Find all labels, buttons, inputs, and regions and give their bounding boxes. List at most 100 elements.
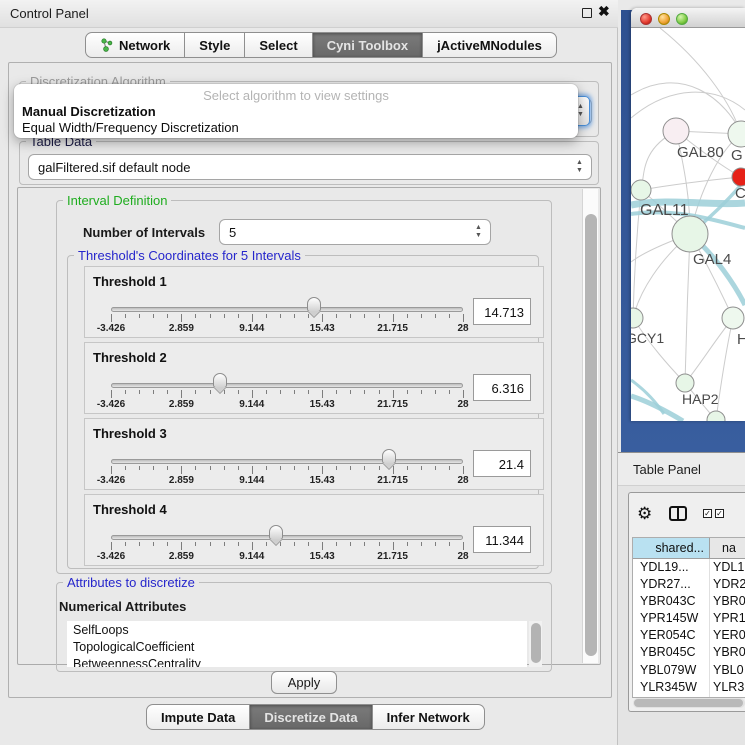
column-header-shared[interactable]: shared... — [633, 538, 710, 558]
dropdown-option-manual-discretization[interactable]: Manual Discretization — [22, 104, 156, 119]
table-row[interactable]: YLR345WYLR3 — [633, 679, 745, 696]
number-of-intervals-label: Number of Intervals — [83, 225, 205, 240]
network-icon — [100, 38, 114, 52]
table-row[interactable]: YPR145WYPR1 — [633, 610, 745, 627]
table-data-combo[interactable]: galFiltered.sif default node ▲▼ — [28, 154, 592, 180]
top-tab-bar: Network Style Select Cyni Toolbox jActiv… — [85, 32, 557, 58]
zoom-traffic-light[interactable] — [676, 13, 688, 25]
cell-shared-name[interactable]: YDL19... — [633, 559, 710, 576]
network-nodes[interactable]: GAL80GCGAL11GAL4GCY1HHAP2 — [631, 118, 745, 421]
cell-name[interactable]: YER0 — [710, 627, 745, 644]
table-panel-header: Table Panel — [618, 452, 745, 486]
cell-name[interactable]: YBL0 — [710, 662, 745, 679]
threshold-row-3: Threshold 3 -3.4262.8599.14415.4321.7152… — [84, 418, 544, 490]
threshold-1-slider-thumb[interactable] — [307, 297, 321, 312]
network-canvas[interactable]: GAL80GCGAL11GAL4GCY1HHAP2 — [631, 28, 745, 421]
threshold-1-slider-track[interactable] — [111, 307, 463, 312]
stepper-arrows-icon: ▲▼ — [575, 159, 584, 175]
cell-shared-name[interactable]: YDR27... — [633, 576, 710, 593]
threshold-2-slider-thumb[interactable] — [213, 373, 227, 388]
tab-style[interactable]: Style — [185, 32, 245, 58]
minimize-traffic-light[interactable] — [658, 13, 670, 25]
close-icon[interactable]: ✖ — [598, 3, 610, 20]
cell-shared-name[interactable]: YBR045C — [633, 644, 710, 661]
threshold-2-value-field[interactable]: 6.316 — [473, 374, 531, 401]
checkbox-icon[interactable]: ✓ — [715, 509, 724, 518]
numerical-attributes-label: Numerical Attributes — [59, 599, 186, 614]
node-table-card: ⚙ ✓ ✓ shared... na YDL19...YDL1YDR27...Y… — [628, 492, 745, 712]
threshold-4-value-field[interactable]: 11.344 — [473, 526, 531, 553]
network-node[interactable] — [676, 374, 694, 392]
column-header-name[interactable]: na — [710, 538, 745, 558]
tab-impute-data[interactable]: Impute Data — [146, 704, 250, 730]
threshold-3-value-field[interactable]: 21.4 — [473, 450, 531, 477]
cell-shared-name[interactable]: YBL079W — [633, 662, 710, 679]
tab-network[interactable]: Network — [85, 32, 185, 58]
cell-name[interactable]: YBR0 — [710, 593, 745, 610]
gear-icon[interactable]: ⚙ — [637, 504, 652, 524]
settings-scrollbar-thumb[interactable] — [585, 214, 597, 656]
cell-name[interactable]: YLR3 — [710, 679, 745, 696]
table-row[interactable]: YBL079WYBL0 — [633, 662, 745, 679]
table-horizontal-scrollbar[interactable] — [633, 698, 745, 708]
cyni-toolbox-content: Discretization Algorithm ▲▼ Table Data g… — [8, 62, 612, 698]
network-node-label: GAL4 — [693, 251, 731, 268]
table-row[interactable]: YBR045CYBR0 — [633, 644, 745, 661]
network-node-label: H — [737, 331, 745, 348]
numerical-attributes-list[interactable]: SelfLoops TopologicalCoefficient Between… — [67, 621, 527, 667]
network-node[interactable] — [672, 216, 708, 252]
number-of-intervals-value: 5 — [229, 225, 236, 240]
tab-jactivemnodules[interactable]: jActiveMNodules — [423, 32, 557, 58]
list-item[interactable]: BetweennessCentrality — [67, 655, 527, 667]
network-node-label: GAL80 — [677, 144, 724, 161]
list-item[interactable]: SelfLoops — [67, 621, 527, 638]
table-row[interactable]: YDL19...YDL1 — [633, 559, 745, 576]
table-row[interactable]: YER054CYER0 — [633, 627, 745, 644]
cell-shared-name[interactable]: YLR345W — [633, 679, 710, 696]
slider-ticks — [111, 466, 463, 475]
cell-shared-name[interactable]: YPR145W — [633, 610, 710, 627]
cell-shared-name[interactable]: YER054C — [633, 627, 710, 644]
threshold-1-value-field[interactable]: 14.713 — [473, 298, 531, 325]
network-node-label: C — [735, 185, 745, 202]
right-region: GAL80GCGAL11GAL4GCY1HHAP2 Table Panel ⚙ … — [618, 0, 745, 745]
tab-discretize-data[interactable]: Discretize Data — [250, 704, 372, 730]
tab-select[interactable]: Select — [245, 32, 312, 58]
threshold-2-slider-track[interactable] — [111, 383, 463, 388]
attributes-list-scrollbar[interactable] — [529, 621, 542, 667]
table-row[interactable]: YDR27...YDR2 — [633, 576, 745, 593]
threshold-4-slider-thumb[interactable] — [269, 525, 283, 540]
cell-name[interactable]: YDL1 — [710, 559, 745, 576]
number-of-intervals-combo[interactable]: 5 ▲▼ — [219, 219, 491, 245]
cell-name[interactable]: YBR0 — [710, 644, 745, 661]
node-table: shared... na YDL19...YDL1YDR27...YDR2YBR… — [632, 537, 745, 698]
cell-name[interactable]: YDR2 — [710, 576, 745, 593]
apply-button[interactable]: Apply — [271, 671, 337, 694]
table-panel-title: Table Panel — [633, 462, 701, 477]
threshold-4-slider-track[interactable] — [111, 535, 463, 540]
cell-shared-name[interactable]: YBR043C — [633, 593, 710, 610]
threshold-3-slider-thumb[interactable] — [382, 449, 396, 464]
slider-scale-labels: -3.4262.8599.14415.4321.71528 — [111, 475, 463, 486]
network-node[interactable] — [732, 168, 745, 186]
table-header-row: shared... na — [633, 538, 745, 559]
network-node[interactable] — [722, 307, 744, 329]
network-node[interactable] — [663, 118, 689, 144]
close-traffic-light[interactable] — [640, 13, 652, 25]
network-node[interactable] — [631, 180, 651, 200]
settings-scrollbar[interactable] — [582, 189, 598, 663]
network-window-titlebar[interactable] — [631, 8, 745, 28]
checkbox-icon[interactable]: ✓ — [703, 509, 712, 518]
dropdown-option-equal-width-frequency[interactable]: Equal Width/Frequency Discretization — [22, 120, 239, 135]
threshold-3-slider-track[interactable] — [111, 459, 463, 464]
table-row[interactable]: YBR043CYBR0 — [633, 593, 745, 610]
float-window-icon[interactable] — [582, 8, 592, 18]
columns-icon[interactable] — [669, 506, 687, 521]
list-item[interactable]: TopologicalCoefficient — [67, 638, 527, 655]
tab-cyni-toolbox[interactable]: Cyni Toolbox — [313, 32, 423, 58]
threshold-row-4: Threshold 4 -3.4262.8599.14415.4321.7152… — [84, 494, 544, 566]
cell-name[interactable]: YPR1 — [710, 610, 745, 627]
network-node[interactable] — [631, 308, 643, 328]
tab-infer-network[interactable]: Infer Network — [373, 704, 485, 730]
network-node[interactable] — [728, 121, 745, 147]
